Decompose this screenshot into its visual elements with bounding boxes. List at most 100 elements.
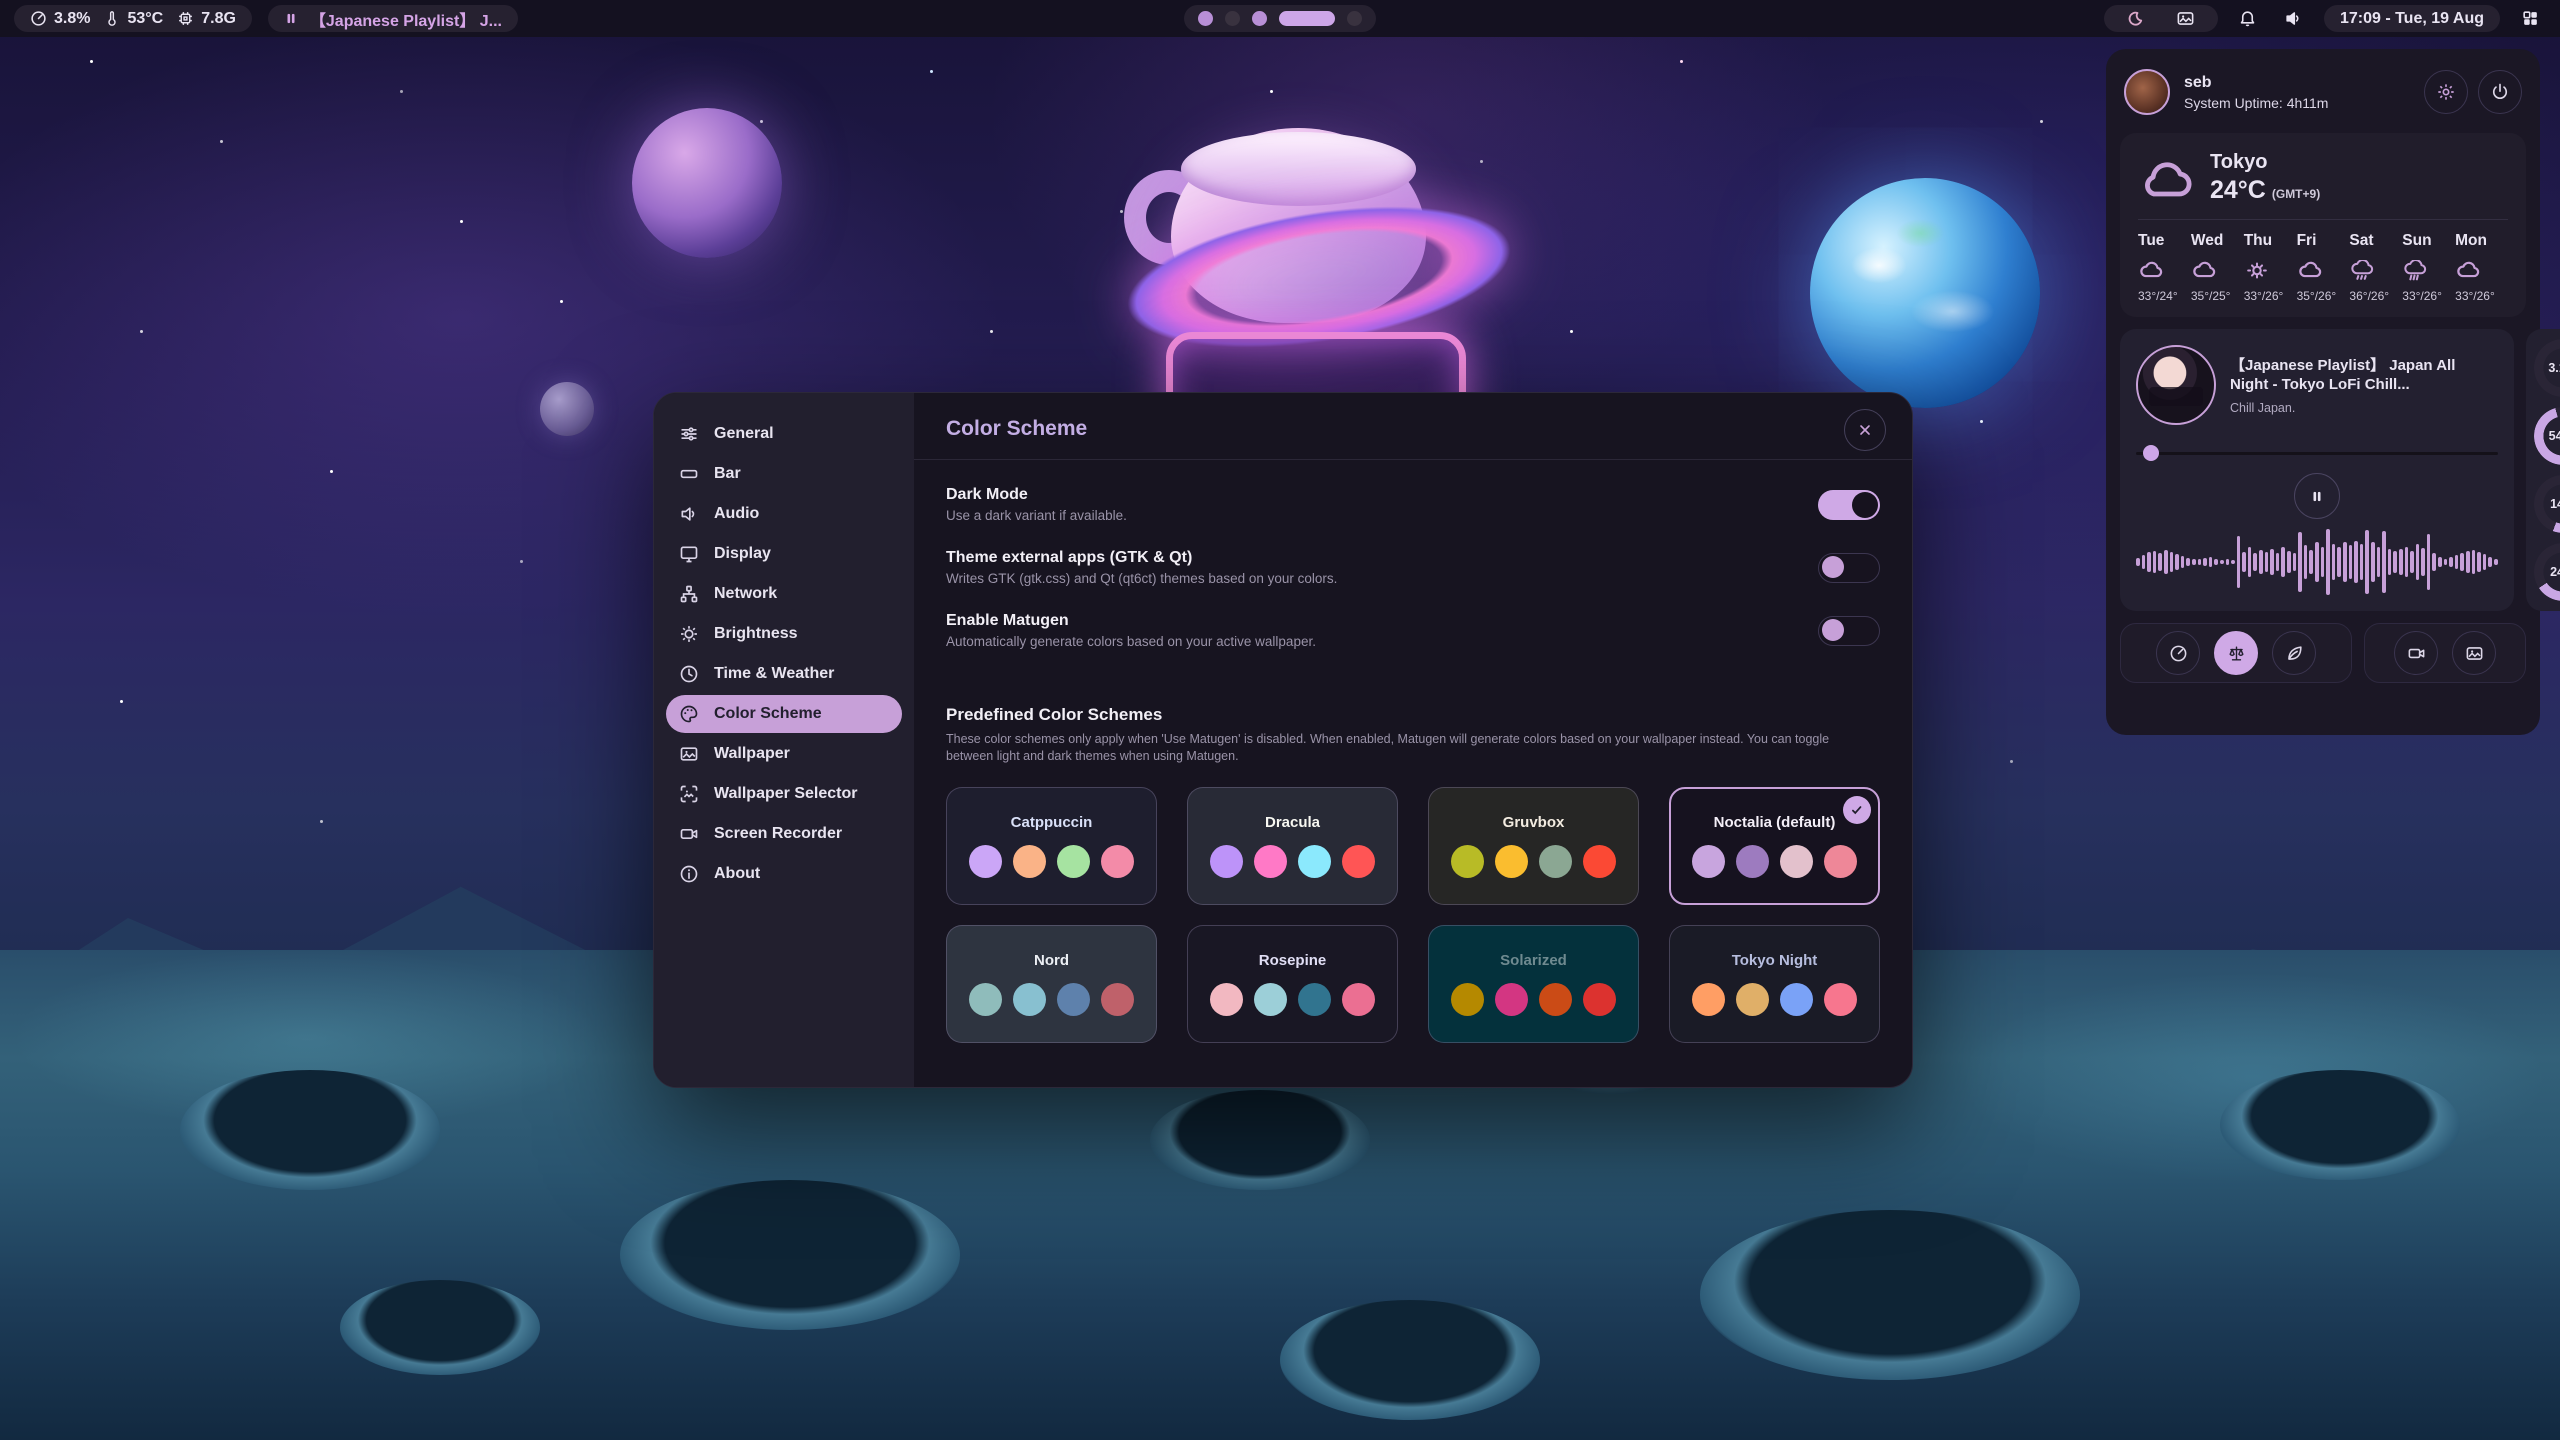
settings-button[interactable] <box>2424 70 2468 114</box>
swatch <box>1057 983 1090 1016</box>
slider-knob[interactable] <box>2143 445 2159 461</box>
workspace-dot-4-active[interactable] <box>1279 11 1335 26</box>
sidebar-item-audio[interactable]: Audio <box>666 495 902 533</box>
scheme-card-nord[interactable]: Nord <box>946 925 1157 1043</box>
swatch <box>1692 983 1725 1016</box>
wallpaper-icon[interactable] <box>2170 3 2202 35</box>
sidebar-item-bar[interactable]: Bar <box>666 455 902 493</box>
swatch <box>1101 845 1134 878</box>
gauge-icon <box>2169 644 2188 663</box>
sidebar-item-screen-recorder[interactable]: Screen Recorder <box>666 815 902 853</box>
scheme-name: Rosepine <box>1259 952 1327 969</box>
purple-planet <box>632 108 782 258</box>
close-icon <box>1857 422 1873 438</box>
close-button[interactable] <box>1844 409 1886 451</box>
cloud-icon <box>2297 260 2350 281</box>
enable-matugen-toggle[interactable] <box>1818 616 1880 646</box>
screen-record-button[interactable] <box>2394 631 2438 675</box>
clock-pill[interactable]: 17:09 - Tue, 19 Aug <box>2324 5 2500 32</box>
swatch <box>1254 845 1287 878</box>
scheme-card-rosepine[interactable]: Rosepine <box>1187 925 1398 1043</box>
gauge-icon <box>30 10 47 27</box>
workspace-dot-5[interactable] <box>1347 11 1362 26</box>
volume-icon[interactable] <box>2278 3 2310 35</box>
memory-gauge: 14% <box>2534 475 2560 533</box>
theme-external-apps-toggle[interactable] <box>1818 553 1880 583</box>
swatches <box>1451 845 1616 878</box>
scheme-card-gruvbox[interactable]: Gruvbox <box>1428 787 1639 905</box>
balanced-mode-button[interactable] <box>2214 631 2258 675</box>
swatch <box>1824 983 1857 1016</box>
disk-gauge: 24% <box>2534 543 2560 601</box>
performance-mode-button[interactable] <box>2156 631 2200 675</box>
power-button[interactable] <box>2478 70 2522 114</box>
toggle-description: Use a dark variant if available. <box>946 508 1127 523</box>
swatches <box>1451 983 1616 1016</box>
sidebar-item-display[interactable]: Display <box>666 535 902 573</box>
media-pill[interactable]: 【Japanese Playlist】 J... <box>268 5 518 32</box>
bell-icon[interactable] <box>2232 3 2264 35</box>
scheme-card-dracula[interactable]: Dracula <box>1187 787 1398 905</box>
sidebar-item-wallpaper[interactable]: Wallpaper <box>666 735 902 773</box>
scheme-card-solarized[interactable]: Solarized <box>1428 925 1639 1043</box>
scheme-name: Dracula <box>1265 814 1320 831</box>
swatch <box>1736 845 1769 878</box>
scheme-card-catppuccin[interactable]: Catppuccin <box>946 787 1157 905</box>
media-title: 【Japanese Playlist】 Japan All Night - To… <box>2230 356 2498 395</box>
wallpaper-icon <box>2465 644 2484 663</box>
sidebar-label: Network <box>714 585 777 603</box>
dark-mode-toggle[interactable] <box>1818 490 1880 520</box>
page-title: Color Scheme <box>946 417 1880 441</box>
powersave-mode-button[interactable] <box>2272 631 2316 675</box>
forecast-day: Tue 33°/24° <box>2138 232 2191 303</box>
earth-planet <box>1810 178 2040 408</box>
weather-forecast: Tue 33°/24° Wed 35°/25° Thu 33°/26° Fri … <box>2138 232 2508 303</box>
forecast-day: Mon 33°/26° <box>2455 232 2508 303</box>
media-progress-slider[interactable] <box>2136 445 2498 461</box>
weather-card: Tokyo 24°C(GMT+9) Tue 33°/24° Wed 35°/25… <box>2120 133 2526 317</box>
swatch <box>1342 983 1375 1016</box>
cloud-icon <box>2191 260 2244 281</box>
swatch <box>969 845 1002 878</box>
quickbar <box>2120 623 2526 683</box>
sidebar-item-time-weather[interactable]: Time & Weather <box>666 655 902 693</box>
sidebar-item-general[interactable]: General <box>666 415 902 453</box>
wallpaper-button[interactable] <box>2452 631 2496 675</box>
toggle-title: Theme external apps (GTK & Qt) <box>946 549 1337 567</box>
scheme-name: Noctalia (default) <box>1714 814 1836 831</box>
cloud-icon <box>2138 156 2194 200</box>
dashboard-grid-icon[interactable] <box>2514 3 2546 35</box>
user-header: seb System Uptime: 4h11m <box>2120 63 2526 121</box>
workspace-dot-1[interactable] <box>1198 11 1213 26</box>
utility-pill <box>2104 5 2218 32</box>
scheme-name: Catppuccin <box>1011 814 1093 831</box>
sidebar-label: Time & Weather <box>714 665 834 683</box>
memory-usage: 7.8G <box>177 10 236 28</box>
scheme-card-noctalia-default[interactable]: Noctalia (default) <box>1669 787 1880 905</box>
bar-icon <box>678 463 700 485</box>
cloud-icon <box>2455 260 2508 281</box>
sidebar-label: Brightness <box>714 625 798 643</box>
sidebar-item-network[interactable]: Network <box>666 575 902 613</box>
sidebar-item-brightness[interactable]: Brightness <box>666 615 902 653</box>
workspace-indicator <box>1184 5 1376 32</box>
swatches <box>1210 983 1375 1016</box>
sidebar-item-about[interactable]: About <box>666 855 902 893</box>
cpu-usage: 3.8% <box>30 10 90 28</box>
workspace-dot-3[interactable] <box>1252 11 1267 26</box>
scheme-card-tokyo-night[interactable]: Tokyo Night <box>1669 925 1880 1043</box>
swatch <box>969 983 1002 1016</box>
workspace-dot-2[interactable] <box>1225 11 1240 26</box>
rain-icon <box>2402 260 2455 281</box>
caffeine-icon[interactable] <box>2120 3 2152 35</box>
system-stats-pill[interactable]: 3.8% 53°C 7.8G <box>14 5 252 32</box>
sidebar-item-color-scheme[interactable]: Color Scheme <box>666 695 902 733</box>
swatch <box>1451 983 1484 1016</box>
sidebar-item-wallpaper-selector[interactable]: Wallpaper Selector <box>666 775 902 813</box>
pause-button[interactable] <box>2294 473 2340 519</box>
settings-sidebar: General Bar Audio Display Network Bright… <box>654 393 914 1087</box>
weather-temperature: 24°C(GMT+9) <box>2210 176 2320 205</box>
swatch <box>1539 845 1572 878</box>
username: seb <box>2184 74 2328 92</box>
forecast-day: Sun 33°/26° <box>2402 232 2455 303</box>
